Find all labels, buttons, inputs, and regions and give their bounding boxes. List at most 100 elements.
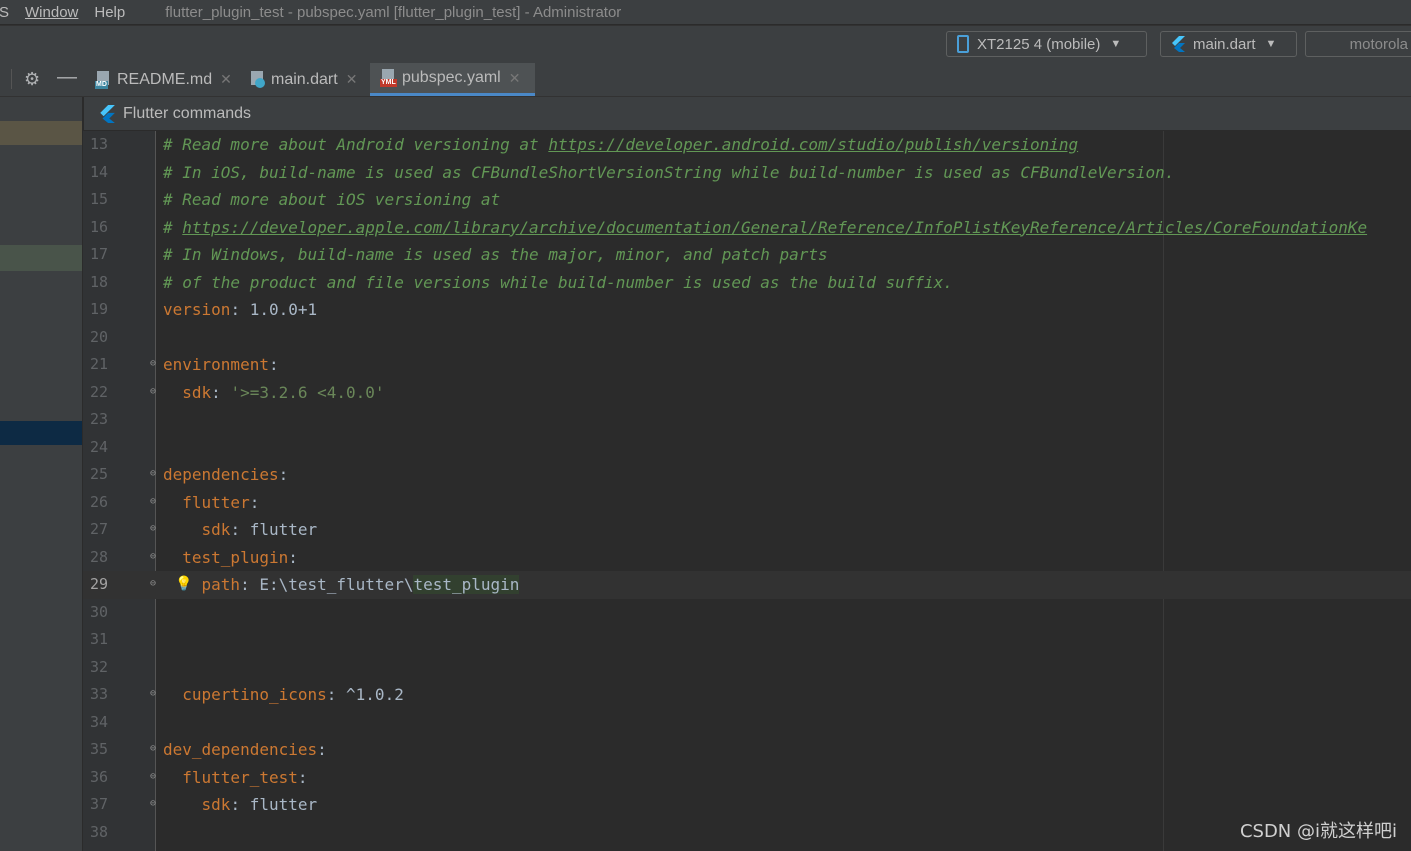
fold-icon[interactable]: ⊖ (150, 386, 159, 397)
code-token: test_plugin (413, 575, 520, 594)
code-line[interactable]: 18 # of the product and file versions whi… (83, 269, 1411, 297)
side-tools: ⚙ — (0, 63, 84, 96)
tab-pubspec-yaml[interactable]: YML pubspec.yaml ✕ (370, 63, 535, 96)
fold-icon[interactable]: ⊖ (150, 359, 159, 369)
tab-readme[interactable]: MD README.md ✕ (85, 63, 233, 96)
device-selector[interactable]: XT2125 4 (mobile) ▼ (946, 31, 1147, 57)
close-icon[interactable]: ✕ (509, 70, 521, 87)
close-icon[interactable]: ✕ (346, 71, 358, 88)
fold-icon[interactable]: ⊖ (150, 744, 159, 754)
code-token: : (278, 465, 289, 484)
code-text: test_plugin: (163, 544, 298, 572)
code-line[interactable]: 32 (83, 654, 1411, 682)
line-number: 30 (89, 602, 108, 621)
code-line[interactable]: 34 (83, 709, 1411, 737)
code-line[interactable]: 16 # https://developer.apple.com/library/… (83, 214, 1411, 242)
watermark: CSDN @i就这样吧i (1239, 821, 1397, 842)
code-editor[interactable]: 13 # Read more about Android versioning a… (83, 131, 1411, 851)
code-token: # Read more about Android versioning at (163, 135, 549, 154)
code-line[interactable]: 38 (83, 819, 1411, 847)
code-line[interactable]: 23 (83, 406, 1411, 434)
code-line[interactable]: 33 ⊖ cupertino_icons: ^1.0.2 (83, 681, 1411, 709)
code-text: version: 1.0.0+1 (163, 296, 317, 324)
code-text: dev_dependencies: (163, 736, 327, 764)
code-line[interactable]: 15 # Read more about iOS versioning at (83, 186, 1411, 214)
code-text: # of the product and file versions while… (163, 269, 953, 297)
code-line[interactable]: 25 ⊖ dependencies: (83, 461, 1411, 489)
chevron-down-icon: ▼ (1110, 38, 1122, 50)
code-line[interactable]: 35 ⊖ dev_dependencies: (83, 736, 1411, 764)
code-token: : 1.0.0+1 (230, 300, 318, 319)
code-token: : (268, 355, 279, 374)
code-text: environment: (163, 351, 279, 379)
divider (11, 69, 12, 89)
code-line[interactable]: 30 (83, 599, 1411, 627)
yaml-file-icon: YML (380, 69, 397, 87)
gear-icon[interactable]: ⚙ (24, 69, 40, 90)
code-line[interactable]: 27 ⊖ sdk: flutter (83, 516, 1411, 544)
tab-main-dart[interactable]: main.dart ✕ (239, 63, 367, 96)
fold-icon[interactable]: ⊖ (150, 551, 159, 562)
fold-icon[interactable]: ⊖ (150, 771, 159, 782)
fold-icon[interactable]: ⊖ (150, 689, 159, 699)
fold-icon[interactable]: ⊖ (150, 579, 159, 589)
line-number: 34 (89, 712, 108, 731)
line-number: 14 (89, 162, 108, 181)
code-link[interactable]: https://developer.apple.com/library/arch… (182, 218, 1367, 237)
tab-label: pubspec.yaml (402, 69, 501, 86)
code-token: sdk (201, 520, 231, 539)
highlight-marker (0, 245, 82, 271)
code-text: # Read more about Android versioning at … (163, 131, 1078, 159)
code-token: '>=3.2.6 <4.0.0' (230, 382, 385, 402)
code-line[interactable]: 37 ⊖ sdk: flutter (83, 791, 1411, 819)
fold-icon[interactable]: ⊖ (150, 524, 159, 534)
minimize-icon[interactable]: — (57, 66, 77, 89)
code-text: # In Windows, build-name is used as the … (163, 241, 828, 269)
code-text: flutter_test: (163, 764, 307, 792)
code-line[interactable]: 28 ⊖ test_plugin: (83, 544, 1411, 572)
code-line[interactable]: 13 # Read more about Android versioning a… (83, 131, 1411, 159)
line-number: 20 (89, 327, 108, 346)
fold-icon[interactable]: ⊖ (150, 799, 159, 809)
code-line[interactable]: 26 ⊖ flutter: (83, 489, 1411, 517)
code-line[interactable]: 20 (83, 324, 1411, 352)
code-line[interactable]: 19 version: 1.0.0+1 (83, 296, 1411, 324)
menu-item-s[interactable]: S (0, 4, 9, 21)
code-line[interactable]: 24 (83, 434, 1411, 462)
code-line[interactable]: 31 (83, 626, 1411, 654)
code-text: sdk: flutter (163, 516, 318, 544)
line-number: 17 (89, 245, 108, 263)
extra-device-selector[interactable]: motorola (1305, 31, 1411, 57)
code-line[interactable]: 17 # In Windows, build-name is used as th… (83, 241, 1411, 269)
fold-icon[interactable]: ⊖ (150, 496, 159, 507)
flutter-commands-link[interactable]: Flutter commands (123, 105, 251, 123)
run-config-selector[interactable]: main.dart ▼ (1160, 31, 1297, 57)
line-number: 13 (89, 135, 108, 153)
code-line[interactable]: 29 ⊖ 💡 path: E:\test_flutter\test_plugin (83, 571, 1411, 599)
code-token: test_plugin (182, 547, 289, 567)
code-token: version (163, 300, 231, 319)
flutter-icon (1172, 36, 1185, 52)
line-number: 33 (89, 685, 108, 703)
code-line[interactable]: 22 ⊖ sdk: '>=3.2.6 <4.0.0' (83, 379, 1411, 407)
line-number: 26 (89, 492, 108, 511)
code-line[interactable]: 21 ⊖ environment: (83, 351, 1411, 379)
line-number: 38 (89, 822, 108, 841)
line-number: 15 (89, 190, 108, 208)
close-icon[interactable]: ✕ (220, 71, 232, 88)
menu-item-help[interactable]: Help (94, 4, 125, 21)
code-line[interactable]: 36 ⊖ flutter_test: (83, 764, 1411, 792)
code-link[interactable]: https://developer.android.com/studio/pub… (548, 135, 1078, 154)
menu-item-window[interactable]: Window (25, 4, 78, 21)
code-line[interactable]: 14 # In iOS, build-name is used as CFBund… (83, 159, 1411, 187)
chevron-down-icon: ▼ (1265, 38, 1277, 50)
code-text: sdk: '>=3.2.6 <4.0.0' (163, 379, 385, 407)
flutter-commands-bar: Flutter commands (84, 97, 1411, 130)
code-token: environment (163, 355, 269, 374)
line-number: 36 (89, 767, 108, 786)
line-number: 35 (89, 740, 108, 758)
fold-icon[interactable]: ⊖ (150, 469, 159, 479)
